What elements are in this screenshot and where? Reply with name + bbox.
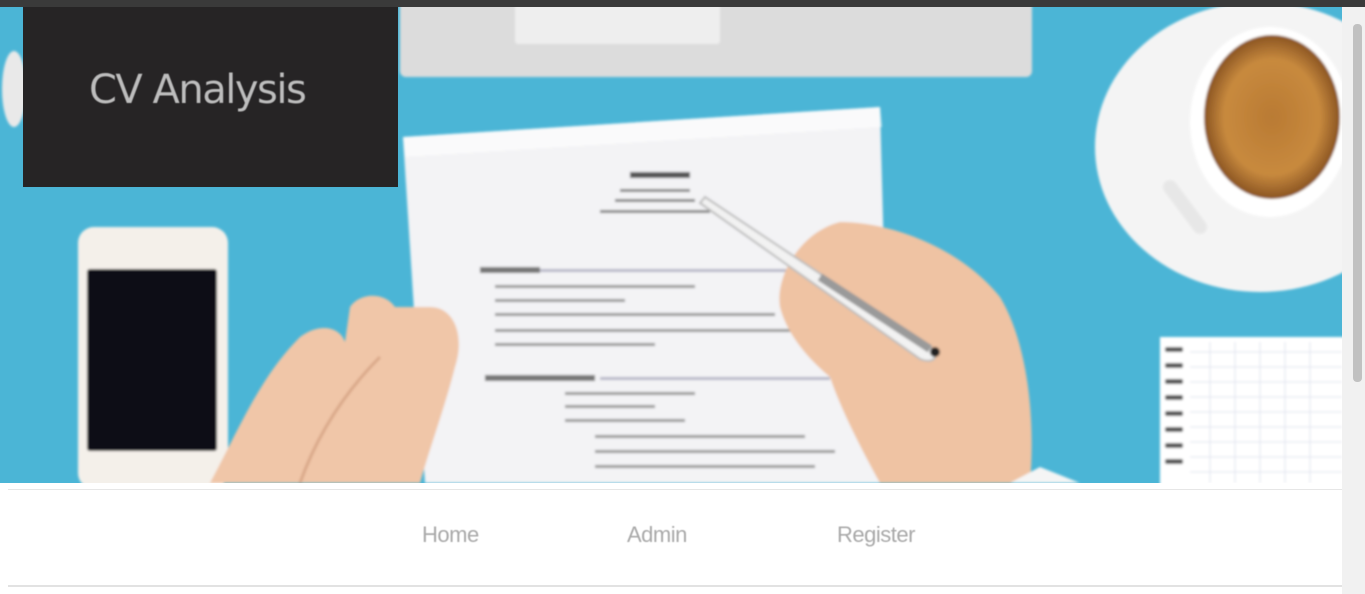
site-title[interactable]: CV Analysis xyxy=(89,67,307,113)
nav-home-link[interactable]: Home xyxy=(422,522,479,548)
nav-register-link[interactable]: Register xyxy=(837,522,915,548)
nav-admin-link[interactable]: Admin xyxy=(627,522,687,548)
site-logo-box[interactable]: CV Analysis xyxy=(23,7,398,187)
main-navigation: Home Admin Register xyxy=(8,489,1342,587)
scrollbar-thumb[interactable] xyxy=(1353,24,1362,382)
window-top-bar xyxy=(0,0,1365,7)
